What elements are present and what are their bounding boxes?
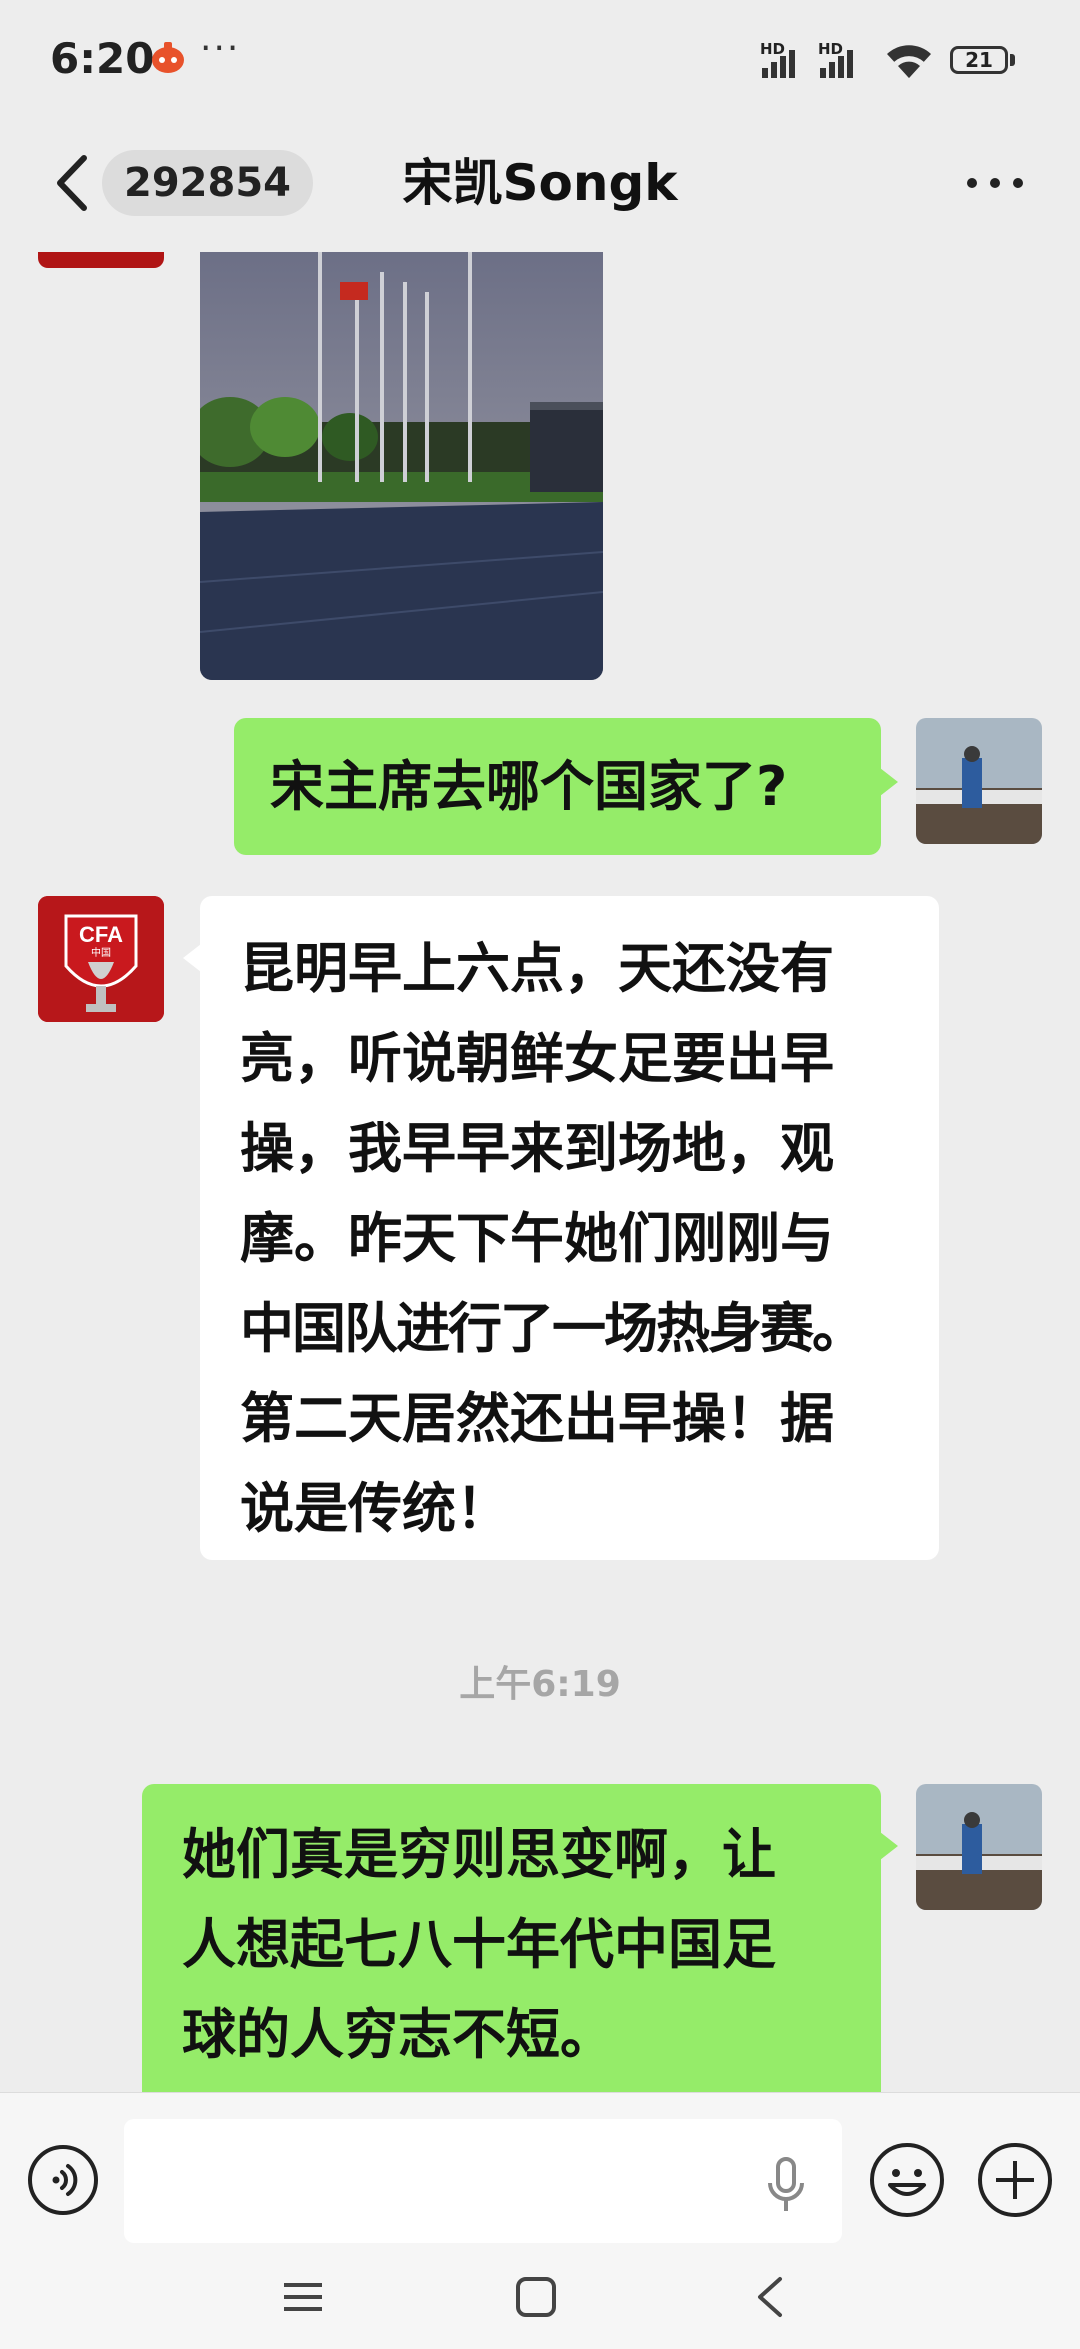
plus-icon[interactable] [976, 2141, 1054, 2219]
message-line: 说是传统！ [240, 1477, 510, 1540]
battery-tip [1010, 54, 1015, 66]
message-bubble-sent[interactable]: 宋主席去哪个国家了? [234, 718, 881, 855]
message-bubble-sent[interactable]: 她们真是穷则思变啊，让 人想起七八十年代中国足 球的人穷志不短。 [142, 1784, 881, 2092]
message-line: 摩。昨天下午她们刚刚与 [240, 1207, 834, 1270]
bubble-tail [880, 1832, 898, 1860]
home-icon[interactable] [514, 2275, 558, 2319]
system-navigation-bar [0, 2257, 1080, 2349]
sender-avatar[interactable]: CFA 中国 [38, 896, 164, 1022]
message-input[interactable] [124, 2119, 842, 2243]
message-timestamp: 上午6:19 [459, 1664, 621, 1705]
message-bubble-received[interactable]: 昆明早上六点，天还没有 亮，听说朝鲜女足要出早 操，我早早来到场地，观 摩。昨天… [200, 896, 939, 1560]
my-avatar[interactable] [916, 718, 1042, 844]
message-line: 操，我早早来到场地，观 [240, 1117, 834, 1180]
signal-icon-2 [820, 50, 853, 78]
back-nav-icon[interactable] [752, 2273, 788, 2321]
message-line: 她们真是穷则思变啊，让 [182, 1823, 776, 1886]
status-more-icon: ··· [200, 28, 241, 69]
bubble-tail [183, 944, 201, 972]
message-line: 第二天居然还出早操！据 [240, 1387, 834, 1450]
cfa-logo-text: CFA [79, 922, 123, 947]
voice-icon[interactable] [26, 2143, 100, 2217]
sender-avatar-partial[interactable] [38, 252, 164, 268]
message-line: 人想起七八十年代中国足 [182, 1913, 776, 1976]
message-line: 昆明早上六点，天还没有 [240, 937, 834, 1000]
app-notification-icon [152, 42, 184, 73]
bubble-tail [880, 768, 898, 796]
cfa-logo-icon: CFA 中国 [38, 896, 164, 1022]
avatar-photo-icon [916, 1784, 1042, 1910]
message-line: 中国队进行了一场热身赛。 [240, 1297, 866, 1360]
status-time: 6:20 [50, 34, 155, 83]
message-line: 球的人穷志不短。 [182, 2003, 614, 2066]
signal-icon-1 [762, 50, 795, 78]
chat-title: 宋凯Songk [402, 154, 678, 212]
input-bar [0, 2092, 1080, 2258]
menu-icon[interactable] [280, 2277, 326, 2317]
emoji-icon[interactable] [868, 2141, 946, 2219]
message-text: 宋主席去哪个国家了? [270, 755, 788, 818]
mic-icon[interactable] [762, 2155, 810, 2215]
more-dots-icon[interactable] [960, 150, 1030, 216]
wifi-icon [887, 45, 931, 78]
my-avatar[interactable] [916, 1784, 1042, 1910]
avatar-photo-icon [916, 718, 1042, 844]
status-right: HD HD 21 [760, 40, 1020, 80]
photo-stadium-flagpoles-icon [200, 252, 603, 680]
message-line: 亮，听说朝鲜女足要出早 [240, 1027, 834, 1090]
image-message[interactable] [200, 252, 603, 680]
cfa-logo-sub: 中国 [91, 946, 111, 959]
chat-header: 292854 宋凯Songk [0, 120, 1080, 250]
status-bar: 6:20 ··· HD HD 21 [0, 0, 1080, 120]
battery-icon: 21 [950, 46, 1008, 74]
